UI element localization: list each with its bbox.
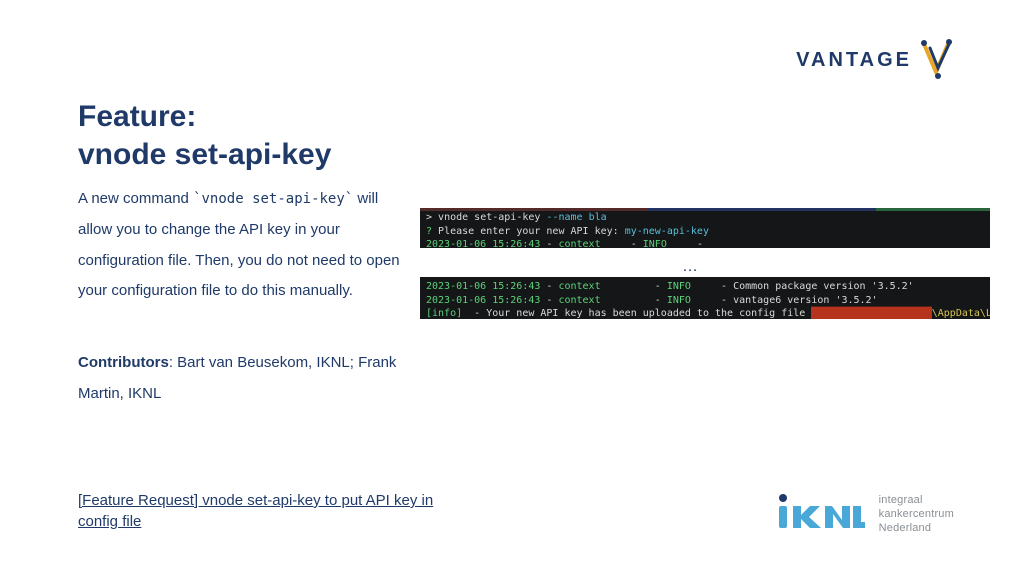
- t2-ts2: 2023-01-06 15:26:43: [426, 295, 540, 306]
- t2-path: \AppData\Local\vantage6\node\: [932, 308, 990, 319]
- t2-ctx2: context: [558, 295, 600, 306]
- title-line-1: Feature:: [78, 98, 478, 136]
- feature-request-anchor[interactable]: [Feature Request] vnode set-api-key to p…: [78, 492, 433, 530]
- t2-lvl2: INFO: [667, 295, 691, 306]
- t1-dash: -: [601, 239, 643, 248]
- t2-d2: -: [601, 295, 667, 306]
- terminal-top-stripe: [420, 208, 990, 211]
- t1-dash2: -: [667, 239, 709, 248]
- t1-flag: --name bla: [546, 212, 606, 223]
- t2-msg1: - Common package version '3.5.2': [691, 281, 914, 292]
- iknl-line2: kankercentrum: [879, 507, 954, 521]
- t2-ctx1: context: [558, 281, 600, 292]
- t2-ts1: 2023-01-06 15:26:43: [426, 281, 540, 292]
- t1-qmark: ?: [426, 226, 438, 237]
- title-line-2: vnode set-api-key: [78, 136, 478, 174]
- terminal-snippet-top: > vnode set-api-key --name bla ? Please …: [420, 208, 990, 248]
- t1-cmd: vnode set-api-key: [438, 212, 546, 223]
- logo-vantage-word: VANTAGE: [796, 49, 912, 72]
- slide: VANTAGE Feature: vnode set-api-key A new…: [0, 0, 1024, 576]
- t1-ts: 2023-01-06 15:26:43: [426, 239, 540, 248]
- t1-prompt: >: [426, 212, 438, 223]
- iknl-line3: Nederland: [879, 521, 954, 535]
- iknl-line1: integraal: [879, 493, 954, 507]
- desc-code: `vnode set-api-key`: [193, 191, 353, 207]
- t1-val: my-new-api-key: [625, 226, 709, 237]
- feature-request-link[interactable]: [Feature Request] vnode set-api-key to p…: [78, 490, 448, 532]
- logo-vantage: VANTAGE: [796, 38, 954, 82]
- t2-msg2: - vantage6 version '3.5.2': [691, 295, 878, 306]
- t1-sep1: -: [540, 239, 558, 248]
- vantage-icon: [918, 38, 954, 82]
- t2-sep1: -: [540, 281, 558, 292]
- logo-iknl: integraal kankercentrum Nederland: [769, 492, 954, 536]
- t2-d1: -: [601, 281, 667, 292]
- ellipsis: …: [682, 258, 700, 276]
- t2-sep2: -: [540, 295, 558, 306]
- contributors: Contributors: Bart van Beusekom, IKNL; F…: [78, 348, 408, 410]
- t2-redacted: ████████████████████: [811, 307, 931, 319]
- t1-q: Please enter your new API key:: [438, 226, 625, 237]
- description: A new command `vnode set-api-key` will a…: [78, 184, 408, 307]
- iknl-text: integraal kankercentrum Nederland: [879, 493, 954, 536]
- terminal-snippet-bottom: 2023-01-06 15:26:43 - context - INFO - C…: [420, 277, 990, 319]
- t2-lvl1: INFO: [667, 281, 691, 292]
- iknl-icon: [769, 492, 865, 536]
- slide-title: Feature: vnode set-api-key: [78, 98, 478, 173]
- contributors-label: Contributors: [78, 354, 169, 371]
- desc-pre: A new command: [78, 190, 193, 207]
- t1-lvl: INFO: [643, 239, 667, 248]
- t2-tag: [info]: [426, 308, 462, 319]
- t1-ctx: context: [558, 239, 600, 248]
- t2-msg3: - Your new API key has been uploaded to …: [462, 308, 811, 319]
